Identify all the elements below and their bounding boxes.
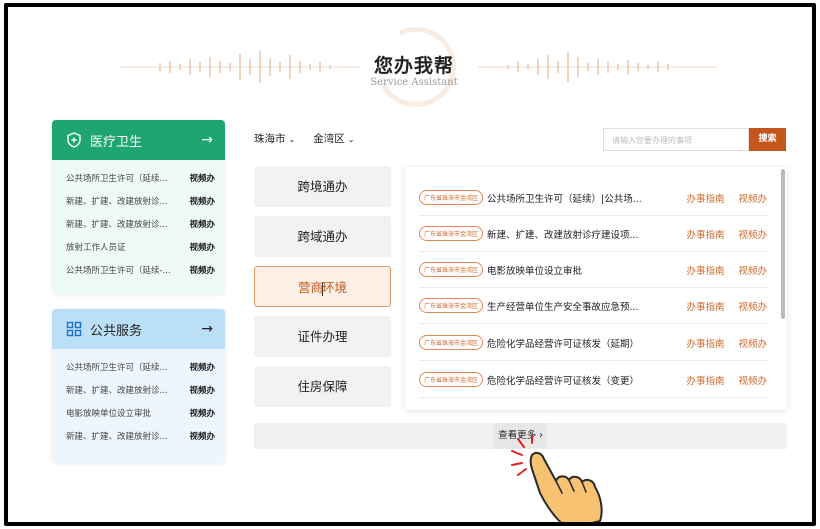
tab-cross-border[interactable]: 跨境通办 [254,166,391,207]
medical-card-header[interactable]: 医疗卫生 → [52,120,225,160]
grid-icon [66,321,82,337]
city-value: 珠海市 [254,133,286,145]
table-row[interactable]: 广东省珠海市金湾区 公共场所卫生许可（延续）|公共场... 办事指南 视频办 [419,180,767,216]
guide-link[interactable]: 办事指南 [686,263,724,277]
district-select[interactable]: 金湾区 ⌄ [313,131,354,146]
district-value: 金湾区 [313,133,345,145]
video-tag[interactable]: 视频办 [185,218,215,230]
shield-plus-icon [67,132,81,148]
list-item[interactable]: 公共场所卫生许可（延续... 视频办 [66,166,215,189]
service-title[interactable]: 危险化学品经营许可证核发（变更） [487,373,672,387]
guide-link[interactable]: 办事指南 [686,373,724,387]
video-link[interactable]: 视频办 [738,373,767,387]
region-badge: 广东省珠海市金湾区 [419,262,484,277]
chevron-down-icon: ⌄ [347,135,355,144]
search-button[interactable]: 搜索 [749,128,786,151]
table-row[interactable]: 广东省珠海市金湾区 危险化学品经营许可证核发（变更） 办事指南 视频办 [419,362,767,398]
page-frame: 您办我帮 Service Assistant 医疗卫生 → 公共场所卫生许可（延… [4,3,816,526]
video-link[interactable]: 视频办 [738,263,767,277]
video-tag[interactable]: 视频办 [185,361,215,373]
service-title[interactable]: 电影放映单位设立审批 [487,263,672,277]
pointing-hand-icon [511,435,603,522]
list-item[interactable]: 公共场所卫生许可（延续... 视频办 [66,355,215,378]
public-card-title: 公共服务 [90,323,143,339]
tab-business-environment[interactable]: 营商环境 [254,266,391,307]
service-title[interactable]: 危险化学品经营许可证核发（延期） [487,336,672,350]
section-header: 您办我帮 Service Assistant [8,7,812,119]
service-title[interactable]: 生产经营单位生产安全事故应急预... [487,299,672,313]
search-input[interactable]: 请输入您要办理的事项 [603,128,749,151]
item-name: 放射工作人员证 [66,242,126,253]
tab-housing[interactable]: 住房保障 [254,366,391,407]
video-link[interactable]: 视频办 [738,299,767,313]
tab-label-part: 环境 [322,280,348,295]
item-name: 公共场所卫生许可（延续... [66,173,168,184]
video-link[interactable]: 视频办 [738,227,767,241]
list-item[interactable]: 公共场所卫生许可（延续-... 视频办 [66,258,215,281]
table-row[interactable]: 广东省珠海市金湾区 危险化学品经营许可证核发（延期） 办事指南 视频办 [419,325,767,361]
service-list-panel: 广东省珠海市金湾区 公共场所卫生许可（延续）|公共场... 办事指南 视频办 广… [405,167,787,410]
list-item[interactable]: 新建、扩建、改建放射诊... 视频办 [66,189,215,212]
medical-card-list: 公共场所卫生许可（延续... 视频办 新建、扩建、改建放射诊... 视频办 新建… [52,160,225,281]
table-row[interactable]: 广东省珠海市金湾区 生产经营单位生产安全事故应急预... 办事指南 视频办 [419,288,767,324]
region-badge: 广东省珠海市金湾区 [419,335,484,350]
video-link[interactable]: 视频办 [738,191,767,205]
location-filters: 珠海市 ⌄ 金湾区 ⌄ [254,131,354,146]
guide-link[interactable]: 办事指南 [686,227,724,241]
chevron-down-icon: ⌄ [288,135,296,144]
city-select[interactable]: 珠海市 ⌄ [254,131,295,146]
medical-card-title: 医疗卫生 [90,134,143,150]
guide-link[interactable]: 办事指南 [686,336,724,350]
arrow-right-icon[interactable]: → [201,321,213,337]
region-badge: 广东省珠海市金湾区 [419,226,484,241]
item-name: 公共场所卫生许可（延续... [66,362,168,373]
list-item[interactable]: 新建、扩建、改建放射诊... 视频办 [66,378,215,401]
tab-certificates[interactable]: 证件办理 [254,316,391,357]
region-badge: 广东省珠海市金湾区 [419,372,484,387]
video-tag[interactable]: 视频办 [185,172,215,184]
table-row[interactable]: 广东省珠海市金湾区 电影放映单位设立审批 办事指南 视频办 [419,252,767,288]
region-badge: 广东省珠海市金湾区 [419,190,484,205]
public-card-list: 公共场所卫生许可（延续... 视频办 新建、扩建、改建放射诊... 视频办 电影… [52,349,225,447]
scrollbar[interactable] [781,169,785,319]
region-badge: 广东省珠海市金湾区 [419,298,484,313]
medical-card: 医疗卫生 → 公共场所卫生许可（延续... 视频办 新建、扩建、改建放射诊...… [52,120,225,294]
item-name: 新建、扩建、改建放射诊... [66,385,168,396]
item-name: 新建、扩建、改建放射诊... [66,196,168,207]
public-service-card: 公共服务 → 公共场所卫生许可（延续... 视频办 新建、扩建、改建放射诊...… [52,309,225,463]
video-tag[interactable]: 视频办 [185,407,215,419]
guide-link[interactable]: 办事指南 [686,299,724,313]
service-title[interactable]: 公共场所卫生许可（延续）|公共场... [487,191,672,205]
video-tag[interactable]: 视频办 [185,241,215,253]
item-name: 电影放映单位设立审批 [66,408,152,419]
list-item[interactable]: 电影放映单位设立审批 视频办 [66,401,215,424]
arrow-right-icon[interactable]: → [201,132,213,148]
item-name: 新建、扩建、改建放射诊... [66,219,168,230]
public-card-header[interactable]: 公共服务 → [52,309,225,349]
video-tag[interactable]: 视频办 [185,384,215,396]
table-row[interactable]: 广东省珠海市金湾区 新建、扩建、改建放射诊疗建设项... 办事指南 视频办 [419,216,767,252]
video-link[interactable]: 视频办 [738,336,767,350]
video-tag[interactable]: 视频办 [185,195,215,207]
video-tag[interactable]: 视频办 [185,264,215,276]
item-name: 新建、扩建、改建放射诊... [66,431,168,442]
tab-label-part: 营商 [297,280,323,295]
video-tag[interactable]: 视频办 [185,430,215,442]
service-title[interactable]: 新建、扩建、改建放射诊疗建设项... [487,227,672,241]
sound-wave-decoration-right [478,52,718,82]
guide-link[interactable]: 办事指南 [686,191,724,205]
list-item[interactable]: 放射工作人员证 视频办 [66,235,215,258]
tab-cross-region[interactable]: 跨域通办 [254,216,391,257]
list-item[interactable]: 新建、扩建、改建放射诊... 视频办 [66,424,215,447]
list-item[interactable]: 新建、扩建、改建放射诊... 视频办 [66,212,215,235]
item-name: 公共场所卫生许可（延续-... [66,265,171,276]
